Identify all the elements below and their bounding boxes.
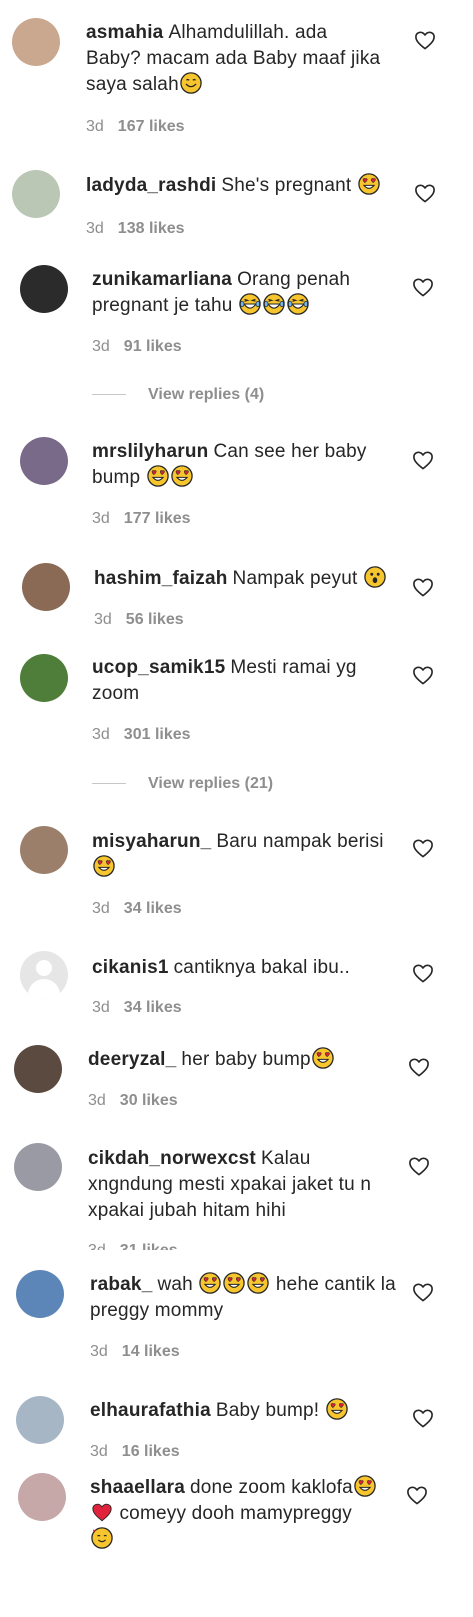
like-heart-icon[interactable] <box>412 1282 434 1302</box>
likes-count[interactable]: 56 likes <box>126 611 184 628</box>
heart-eyes-emoji-icon <box>326 1398 348 1420</box>
avatar[interactable] <box>14 1143 62 1191</box>
likes-count[interactable]: 301 likes <box>124 726 191 743</box>
likes-count[interactable]: 34 likes <box>124 900 182 917</box>
username[interactable]: ucop_samik15 <box>92 657 225 678</box>
comment-meta: 3d 34 likes <box>92 900 182 917</box>
likes-count[interactable]: 34 likes <box>124 999 182 1016</box>
avatar[interactable] <box>16 1396 64 1444</box>
default-avatar-icon[interactable] <box>20 951 68 999</box>
comment-text: shaaellara done zoom kaklofa comeyy dooh … <box>90 1475 390 1553</box>
replies-divider <box>92 394 126 396</box>
comment-text: deeryzal_ her baby bump <box>88 1047 388 1073</box>
view-replies-button[interactable]: View replies (21) <box>92 775 273 793</box>
likes-count[interactable]: 138 likes <box>118 220 185 237</box>
username[interactable]: mrslilyharun <box>92 441 208 462</box>
avatar[interactable] <box>20 437 68 485</box>
heart-eyes-emoji-icon <box>171 465 193 487</box>
comment-text: cikdah_norwexcst Kalau xngndung mesti xpa… <box>88 1148 372 1221</box>
username[interactable]: ladyda_rashdi <box>86 175 216 196</box>
like-heart-icon[interactable] <box>412 1408 434 1428</box>
comment-text: hashim_faizah Nampak peyut <box>94 566 394 592</box>
likes-count[interactable]: 167 likes <box>118 118 185 135</box>
like-heart-icon[interactable] <box>412 963 434 983</box>
likes-count[interactable]: 177 likes <box>124 510 191 527</box>
comment-text: zunikamarliana Orang penah pregnant je ta… <box>92 269 351 316</box>
username[interactable]: asmahia <box>86 22 163 43</box>
like-heart-icon[interactable] <box>414 30 436 50</box>
like-heart-icon[interactable] <box>412 577 434 597</box>
avatar[interactable] <box>22 563 70 611</box>
heart-eyes-emoji-icon <box>93 855 115 877</box>
heart-eyes-emoji-icon <box>247 1272 269 1294</box>
comment-meta: 3d 301 likes <box>92 726 191 743</box>
likes-count[interactable]: 14 likes <box>122 1343 180 1360</box>
username[interactable]: deeryzal_ <box>88 1049 176 1070</box>
username[interactable]: misyaharun_ <box>92 831 211 852</box>
replies-divider <box>92 783 126 785</box>
like-heart-icon[interactable] <box>408 1156 430 1176</box>
comment-meta: 3d 16 likes <box>90 1443 180 1460</box>
comment-text: rabak_ wah hehe cantik la preggy mommy <box>90 1272 396 1321</box>
heart-eyes-emoji-icon <box>354 1475 376 1497</box>
joy-emoji-icon <box>239 293 261 315</box>
comment-meta: 3d 138 likes <box>86 220 185 237</box>
comment-text: asmahia Alhamdulillah. ada Baby? macam ad… <box>86 22 381 95</box>
like-heart-icon[interactable] <box>414 183 436 203</box>
comment-meta: 3d 56 likes <box>94 611 184 628</box>
likes-count[interactable]: 91 likes <box>124 338 182 355</box>
avatar[interactable] <box>20 654 68 702</box>
comment-text: misyaharun_ Baru nampak berisi <box>92 829 392 881</box>
comment-meta: 3d 177 likes <box>92 510 191 527</box>
username[interactable]: shaaellara <box>90 1477 185 1498</box>
smiling-hearts-emoji-icon <box>91 1527 113 1549</box>
comment-meta: 3d 34 likes <box>92 999 182 1016</box>
username[interactable]: rabak_ <box>90 1274 152 1295</box>
joy-emoji-icon <box>287 293 309 315</box>
like-heart-icon[interactable] <box>412 450 434 470</box>
heart-eyes-emoji-icon <box>312 1047 334 1069</box>
comment-text: elhaurafathia Baby bump! <box>90 1398 390 1424</box>
username[interactable]: cikdah_norwexcst <box>88 1148 256 1169</box>
avatar[interactable] <box>20 265 68 313</box>
avatar[interactable] <box>20 826 68 874</box>
username[interactable]: elhaurafathia <box>90 1400 211 1421</box>
likes-count[interactable]: 16 likes <box>122 1443 180 1460</box>
avatar[interactable] <box>14 1045 62 1093</box>
comment-text: mrslilyharun Can see her baby bump <box>92 441 367 488</box>
smile-emoji-icon <box>180 72 202 94</box>
comment-meta: 3d 14 likes <box>90 1343 180 1360</box>
astonished-emoji-icon <box>364 566 386 588</box>
username[interactable]: cikanis1 <box>92 957 169 978</box>
comment-meta: 3d 91 likes <box>92 338 182 355</box>
heart-eyes-emoji-icon <box>358 173 380 195</box>
heart-eyes-emoji-icon <box>199 1272 221 1294</box>
avatar[interactable] <box>12 170 60 218</box>
scroll-clip-divider <box>0 1250 473 1261</box>
comments-page: { "comments": [ {"username":"asmahia","t… <box>0 0 473 1617</box>
like-heart-icon[interactable] <box>412 277 434 297</box>
comment-meta: 3d 30 likes <box>88 1092 178 1109</box>
likes-count[interactable]: 30 likes <box>120 1092 178 1109</box>
like-heart-icon[interactable] <box>408 1057 430 1077</box>
red-heart-emoji-icon <box>91 1501 113 1523</box>
like-heart-icon[interactable] <box>412 665 434 685</box>
username[interactable]: zunikamarliana <box>92 269 232 290</box>
joy-emoji-icon <box>263 293 285 315</box>
comment-text: ladyda_rashdi She's pregnant <box>86 173 386 199</box>
avatar[interactable] <box>18 1473 66 1521</box>
avatar[interactable] <box>16 1270 64 1318</box>
username[interactable]: hashim_faizah <box>94 568 228 589</box>
comment-text: ucop_samik15 Mesti ramai yg zoom <box>92 657 357 704</box>
avatar[interactable] <box>12 18 60 66</box>
comment-text: cikanis1 cantiknya bakal ibu.. <box>92 957 350 978</box>
heart-eyes-emoji-icon <box>147 465 169 487</box>
view-replies-button[interactable]: View replies (4) <box>92 386 264 404</box>
comment-meta: 3d 167 likes <box>86 118 185 135</box>
heart-eyes-emoji-icon <box>223 1272 245 1294</box>
like-heart-icon[interactable] <box>406 1485 428 1505</box>
like-heart-icon[interactable] <box>412 838 434 858</box>
